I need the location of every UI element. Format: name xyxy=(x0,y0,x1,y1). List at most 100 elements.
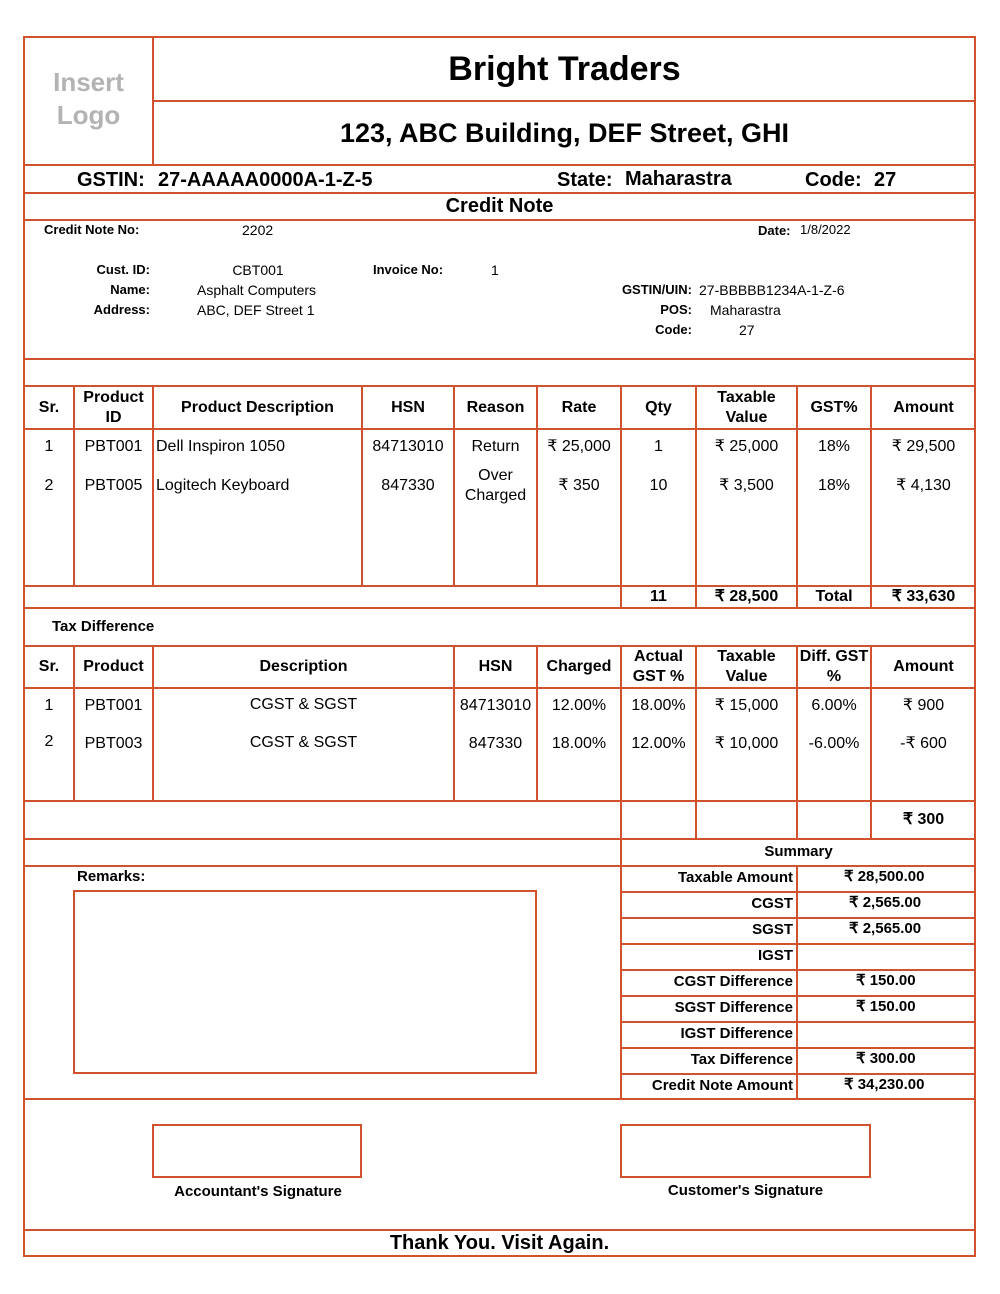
gstin-label: GSTIN: xyxy=(77,169,145,191)
tax-cell-hsn[interactable]: 847330 xyxy=(455,734,536,754)
logo-placeholder[interactable]: Insert Logo xyxy=(25,66,152,132)
cell-amount[interactable]: ₹ 4,130 xyxy=(872,476,975,496)
cell-reason[interactable]: Over Charged xyxy=(455,466,536,506)
invoice-no-value[interactable]: 1 xyxy=(491,262,499,278)
cell-gst-percent[interactable]: 18% xyxy=(798,476,870,496)
name-label: Name: xyxy=(110,282,150,297)
tax-cell-amount[interactable]: -₹ 600 xyxy=(872,734,975,754)
summary-value: ₹ 2,565.00 xyxy=(849,920,922,937)
tax-cell-taxable-value[interactable]: ₹ 15,000 xyxy=(697,696,796,716)
tax-cell-sr: 1 xyxy=(44,697,54,714)
tax-cell-diff-gst-percent[interactable]: 6.00% xyxy=(798,696,870,716)
pos-value[interactable]: Maharastra xyxy=(710,302,781,318)
summary-value xyxy=(798,945,975,965)
summary-label: Tax Difference xyxy=(690,1051,793,1068)
address-label: Address: xyxy=(93,302,150,317)
cust-id-value[interactable]: CBT001 xyxy=(198,262,318,278)
accountant-signature-box[interactable] xyxy=(152,1124,362,1178)
credit-note-no-label: Credit Note No: xyxy=(44,222,140,237)
total-label: Total xyxy=(815,588,853,605)
tax-column-header-hsn: HSN xyxy=(478,658,513,675)
column-header-product-description: Product Description xyxy=(181,398,334,416)
summary-label: Credit Note Amount xyxy=(651,1077,793,1094)
cell-sr: 2 xyxy=(44,477,54,494)
cell-product-id[interactable]: PBT005 xyxy=(75,476,152,496)
customer-gstin-label: GSTIN/UIN: xyxy=(621,282,692,297)
tax-column-header-description: Description xyxy=(259,658,348,675)
column-header-taxable-value: Taxable Value xyxy=(717,388,776,426)
cust-id-label: Cust. ID: xyxy=(96,262,150,277)
tax-cell-actual-gst-percent[interactable]: 18.00% xyxy=(622,696,695,716)
gstin-value: 27-AAAAA0000A-1-Z-5 xyxy=(158,169,373,191)
items-header-bottom xyxy=(23,428,976,430)
tax-body-bottom xyxy=(23,800,976,802)
cell-rate[interactable]: ₹ 350 xyxy=(538,476,620,496)
total-amount: ₹ 33,630 xyxy=(891,588,956,605)
tax-cell-taxable-value[interactable]: ₹ 10,000 xyxy=(697,734,796,754)
summary-value: ₹ 28,500.00 xyxy=(844,868,925,885)
name-value[interactable]: Asphalt Computers xyxy=(197,282,316,298)
state-label: State: xyxy=(557,169,613,191)
tax-cell-diff-gst-percent[interactable]: -6.00% xyxy=(798,734,870,754)
tax-cell-product[interactable]: PBT003 xyxy=(75,734,152,754)
tax-total-bottom xyxy=(23,838,976,840)
customer-code-value[interactable]: 27 xyxy=(739,322,755,338)
date-value[interactable]: 1/8/2022 xyxy=(800,222,851,237)
summary-label: CGST xyxy=(751,895,793,912)
tax-header-bottom xyxy=(23,687,976,689)
cell-product-id[interactable]: PBT001 xyxy=(75,437,152,457)
tax-cell-charged[interactable]: 12.00% xyxy=(538,696,620,716)
customer-gstin-value[interactable]: 27-BBBBB1234A-1-Z-6 xyxy=(699,282,845,298)
credit-note-no-value[interactable]: 2202 xyxy=(242,222,273,238)
summary-label: SGST Difference xyxy=(674,999,793,1016)
summary-label: Taxable Amount xyxy=(677,869,793,886)
tax-cell-hsn[interactable]: 84713010 xyxy=(455,696,536,716)
column-header-hsn: HSN xyxy=(391,398,425,416)
code-label: Code: xyxy=(805,169,862,191)
summary-label: IGST Difference xyxy=(680,1025,793,1042)
company-address: 123, ABC Building, DEF Street, GHI xyxy=(339,118,790,148)
summary-value: ₹ 150.00 xyxy=(856,972,916,989)
cell-product-description[interactable]: Logitech Keyboard xyxy=(154,476,361,496)
summary-value: ₹ 150.00 xyxy=(856,998,916,1015)
column-header-amount: Amount xyxy=(893,398,954,416)
tax-difference-title: Tax Difference xyxy=(52,618,155,635)
column-header-sr: Sr. xyxy=(38,398,60,416)
tax-cell-amount[interactable]: ₹ 900 xyxy=(872,696,975,716)
customer-signature-box[interactable] xyxy=(620,1124,871,1178)
pos-label: POS: xyxy=(660,302,692,317)
tax-column-header-diff-gst-percent: Diff. GST % xyxy=(799,648,869,685)
remarks-input[interactable] xyxy=(73,890,537,1074)
tax-cell-charged[interactable]: 18.00% xyxy=(538,734,620,754)
cell-qty[interactable]: 10 xyxy=(622,476,695,496)
tax-cell-description[interactable]: CGST & SGST xyxy=(154,733,453,753)
accountant-signature-label: Accountant's Signature xyxy=(174,1183,342,1200)
document-title: Credit Note xyxy=(445,195,554,217)
summary-value: ₹ 34,230.00 xyxy=(844,1076,925,1093)
cell-reason[interactable]: Return xyxy=(455,437,536,457)
cell-qty[interactable]: 1 xyxy=(622,437,695,457)
cell-hsn[interactable]: 84713010 xyxy=(363,437,453,457)
cell-taxable-value[interactable]: ₹ 25,000 xyxy=(697,437,796,457)
cell-amount[interactable]: ₹ 29,500 xyxy=(872,437,975,457)
header-divider xyxy=(152,100,975,102)
tax-difference-total: ₹ 300 xyxy=(902,811,945,828)
column-header-gst-percent: GST% xyxy=(810,398,858,416)
tax-cell-sr: 2 xyxy=(44,733,54,750)
cell-gst-percent[interactable]: 18% xyxy=(798,437,870,457)
tax-cell-description[interactable]: CGST & SGST xyxy=(154,695,453,715)
tax-cell-product[interactable]: PBT001 xyxy=(75,696,152,716)
summary-title: Summary xyxy=(764,843,833,860)
tax-cell-actual-gst-percent[interactable]: 12.00% xyxy=(622,734,695,754)
total-qty: 11 xyxy=(650,588,667,605)
cell-hsn[interactable]: 847330 xyxy=(363,476,453,496)
cell-rate[interactable]: ₹ 25,000 xyxy=(538,437,620,457)
cell-product-description[interactable]: Dell Inspiron 1050 xyxy=(154,437,361,457)
address-value[interactable]: ABC, DEF Street 1 xyxy=(197,302,314,318)
customer-code-label: Code: xyxy=(655,322,692,337)
remarks-label: Remarks: xyxy=(77,868,146,885)
tax-column-header-taxable-value: Taxable Value xyxy=(717,648,776,685)
summary-value: ₹ 2,565.00 xyxy=(849,894,922,911)
cell-taxable-value[interactable]: ₹ 3,500 xyxy=(697,476,796,496)
summary-label: IGST xyxy=(757,947,793,964)
